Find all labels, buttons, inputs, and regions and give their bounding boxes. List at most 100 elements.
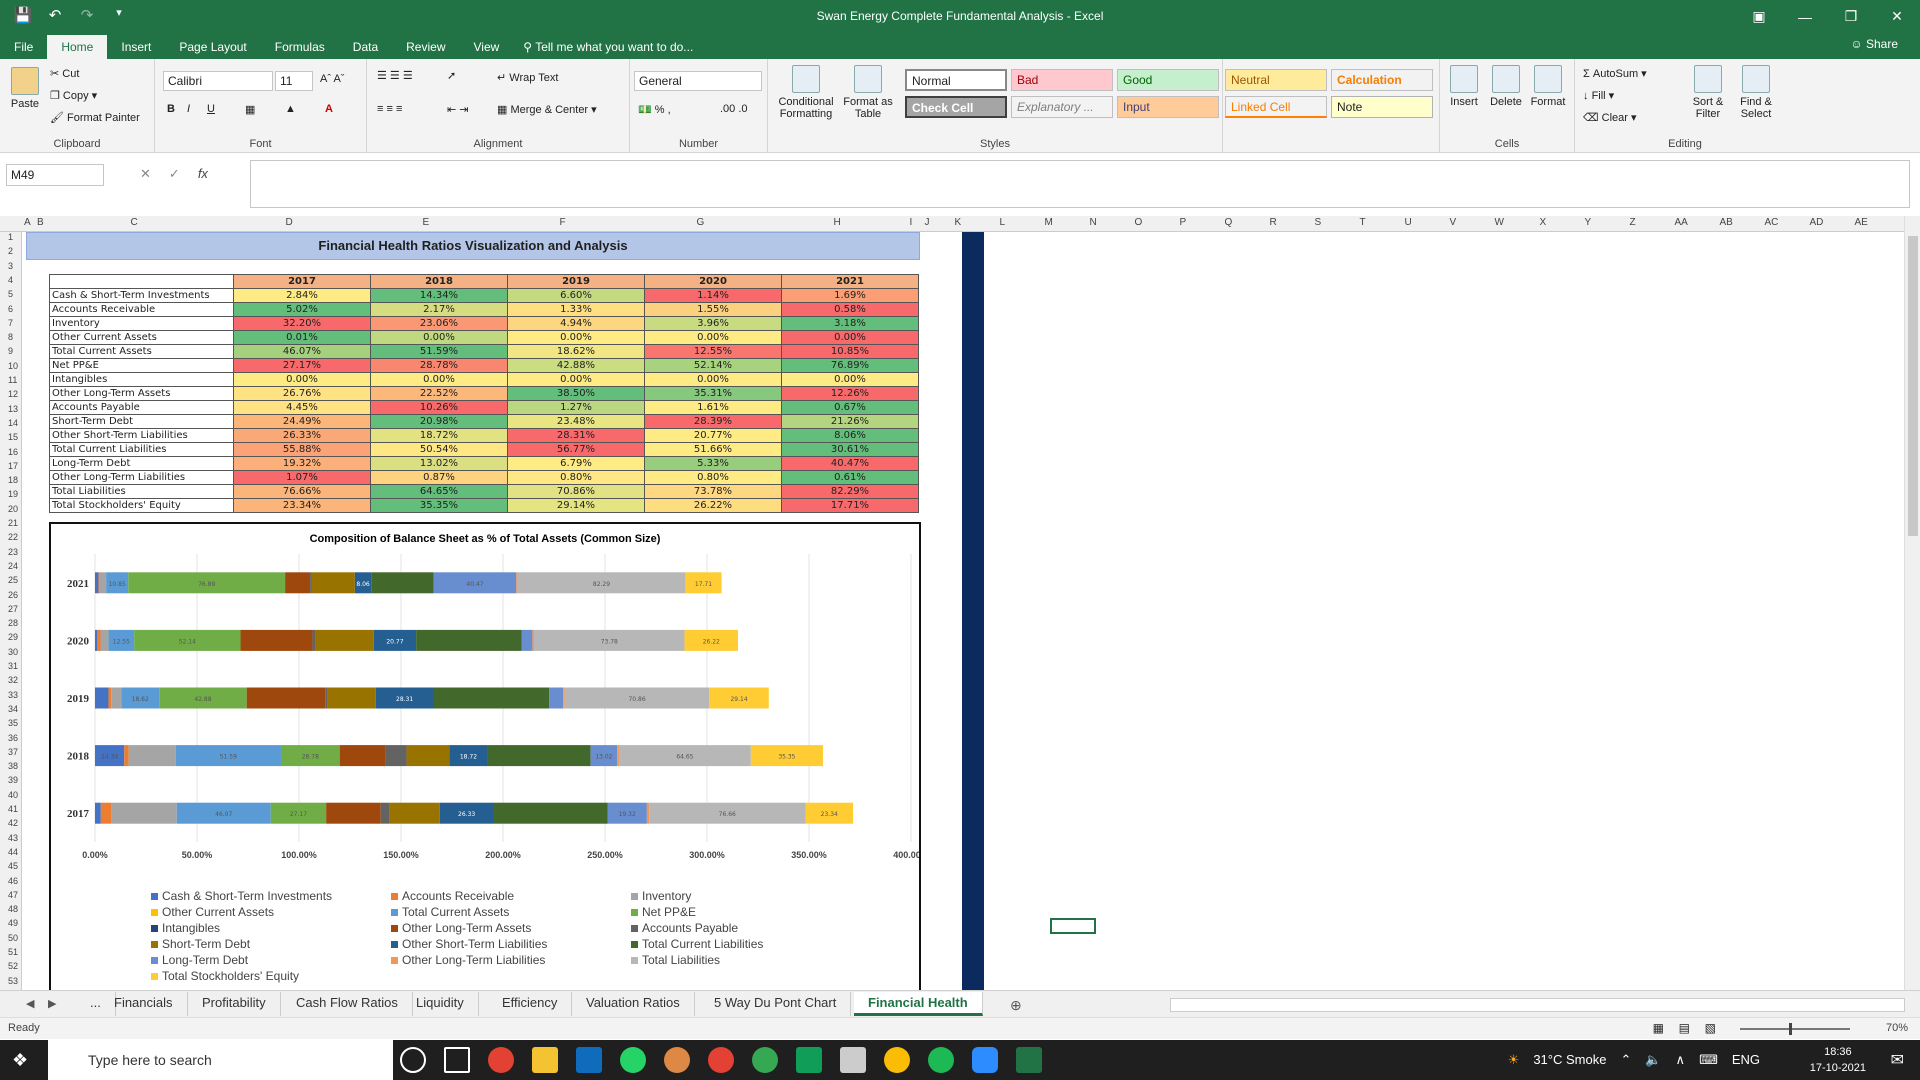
year-header[interactable]: 2020: [644, 274, 782, 289]
ratio-cell[interactable]: 12.55%: [644, 344, 782, 359]
horizontal-scrollbar[interactable]: [1170, 998, 1905, 1012]
ratio-cell[interactable]: 4.94%: [507, 316, 645, 331]
ratio-cell[interactable]: 0.00%: [507, 330, 645, 345]
style-linked-cell[interactable]: Linked Cell: [1225, 96, 1327, 118]
ratio-cell[interactable]: 46.07%: [233, 344, 371, 359]
sheet-tab[interactable]: Profitability: [188, 992, 281, 1016]
excel-icon[interactable]: [1016, 1047, 1042, 1073]
column-header[interactable]: F: [560, 217, 566, 228]
row-label[interactable]: Inventory: [49, 316, 234, 331]
ratio-cell[interactable]: 23.48%: [507, 414, 645, 429]
row-header[interactable]: 38: [0, 761, 22, 771]
chrome-profile-2-icon[interactable]: [752, 1047, 778, 1073]
column-header[interactable]: N: [1090, 217, 1097, 228]
formula-input[interactable]: [250, 160, 1910, 208]
ratio-cell[interactable]: 0.00%: [781, 372, 919, 387]
ratio-cell[interactable]: 20.98%: [370, 414, 508, 429]
app-icon[interactable]: [664, 1047, 690, 1073]
orientation-icon[interactable]: ➚: [447, 69, 456, 82]
row-header[interactable]: 6: [0, 304, 22, 314]
ratio-cell[interactable]: 64.65%: [370, 484, 508, 499]
delete-cells-button[interactable]: Delete: [1486, 65, 1526, 108]
row-header[interactable]: 42: [0, 818, 22, 828]
zoom-slider-knob[interactable]: [1789, 1023, 1792, 1035]
network-icon[interactable]: ∧: [1676, 1052, 1686, 1068]
ratio-cell[interactable]: 0.00%: [370, 330, 508, 345]
ratio-cell[interactable]: 32.20%: [233, 316, 371, 331]
row-header[interactable]: 28: [0, 618, 22, 628]
row-header[interactable]: 30: [0, 647, 22, 657]
ratio-cell[interactable]: 26.76%: [233, 386, 371, 401]
worksheet[interactable]: Financial Health Ratios Visualization an…: [22, 232, 1904, 990]
wrap-text-button[interactable]: ↵ Wrap Text: [497, 71, 558, 84]
copy-button[interactable]: ❐ Copy ▾: [50, 89, 97, 102]
fx-icon[interactable]: fx: [198, 166, 208, 182]
row-header[interactable]: 51: [0, 947, 22, 957]
whatsapp-icon[interactable]: [620, 1047, 646, 1073]
ratio-cell[interactable]: 56.77%: [507, 442, 645, 457]
ratio-cell[interactable]: 52.14%: [644, 358, 782, 373]
ratio-cell[interactable]: 35.35%: [370, 498, 508, 513]
column-header[interactable]: T: [1360, 217, 1366, 228]
sheet-tab[interactable]: Liquidity: [402, 992, 479, 1016]
ratio-cell[interactable]: 4.45%: [233, 400, 371, 415]
row-header[interactable]: 49: [0, 918, 22, 928]
vertical-scrollbar[interactable]: [1904, 216, 1920, 990]
column-header[interactable]: X: [1540, 217, 1547, 228]
prev-sheet-icon[interactable]: ◀: [26, 997, 34, 1010]
row-header[interactable]: 37: [0, 747, 22, 757]
style-calculation[interactable]: Calculation: [1331, 69, 1433, 91]
ratio-cell[interactable]: 13.02%: [370, 456, 508, 471]
column-header[interactable]: V: [1450, 217, 1457, 228]
row-header[interactable]: 27: [0, 604, 22, 614]
row-header[interactable]: 8: [0, 332, 22, 342]
clear-button[interactable]: ⌫ Clear ▾: [1583, 111, 1637, 124]
ratio-cell[interactable]: 73.78%: [644, 484, 782, 499]
row-header[interactable]: 15: [0, 432, 22, 442]
bold-button[interactable]: B: [167, 103, 175, 115]
row-header[interactable]: 7: [0, 318, 22, 328]
ratio-cell[interactable]: 17.71%: [781, 498, 919, 513]
row-header[interactable]: 40: [0, 790, 22, 800]
row-header[interactable]: 43: [0, 833, 22, 843]
ratio-cell[interactable]: 28.78%: [370, 358, 508, 373]
zoom-level[interactable]: 70%: [1886, 1022, 1908, 1034]
ratio-cell[interactable]: 18.72%: [370, 428, 508, 443]
chrome-profile-3-icon[interactable]: [884, 1047, 910, 1073]
windows-start-icon[interactable]: ❖: [12, 1050, 28, 1071]
row-header[interactable]: 9: [0, 346, 22, 356]
column-header[interactable]: H: [834, 217, 841, 228]
row-header[interactable]: 48: [0, 904, 22, 914]
font-name-dropdown[interactable]: Calibri: [163, 71, 273, 91]
year-header[interactable]: 2018: [370, 274, 508, 289]
column-header[interactable]: U: [1405, 217, 1412, 228]
column-header[interactable]: A: [24, 217, 31, 228]
year-header[interactable]: 2021: [781, 274, 919, 289]
fill-button[interactable]: ↓ Fill ▾: [1583, 89, 1614, 102]
ratio-cell[interactable]: 5.33%: [644, 456, 782, 471]
row-header[interactable]: 39: [0, 775, 22, 785]
ratio-cell[interactable]: 20.77%: [644, 428, 782, 443]
ratio-cell[interactable]: 1.69%: [781, 288, 919, 303]
font-color-icon[interactable]: A: [325, 103, 333, 115]
ratio-cell[interactable]: 18.62%: [507, 344, 645, 359]
mail-icon[interactable]: [576, 1047, 602, 1073]
share-button[interactable]: ☺ Share: [1850, 37, 1898, 51]
align-top-icon[interactable]: ☰ ☰ ☰: [377, 69, 413, 82]
row-label[interactable]: Long-Term Debt: [49, 456, 234, 471]
zoom-icon[interactable]: [972, 1047, 998, 1073]
selected-cell-m49[interactable]: [1050, 918, 1096, 934]
ratio-cell[interactable]: 0.00%: [781, 330, 919, 345]
italic-button[interactable]: I: [187, 103, 190, 115]
row-header[interactable]: 35: [0, 718, 22, 728]
tab-insert[interactable]: Insert: [107, 35, 165, 59]
row-header[interactable]: 45: [0, 861, 22, 871]
row-header[interactable]: 44: [0, 847, 22, 857]
ratio-cell[interactable]: 29.14%: [507, 498, 645, 513]
column-header[interactable]: I: [910, 217, 913, 228]
restore-button[interactable]: ❐: [1828, 0, 1874, 33]
ratio-cell[interactable]: 30.61%: [781, 442, 919, 457]
sheet-tab[interactable]: Valuation Ratios: [572, 992, 695, 1016]
ratio-cell[interactable]: 0.80%: [644, 470, 782, 485]
cancel-icon[interactable]: ✕: [140, 166, 151, 182]
